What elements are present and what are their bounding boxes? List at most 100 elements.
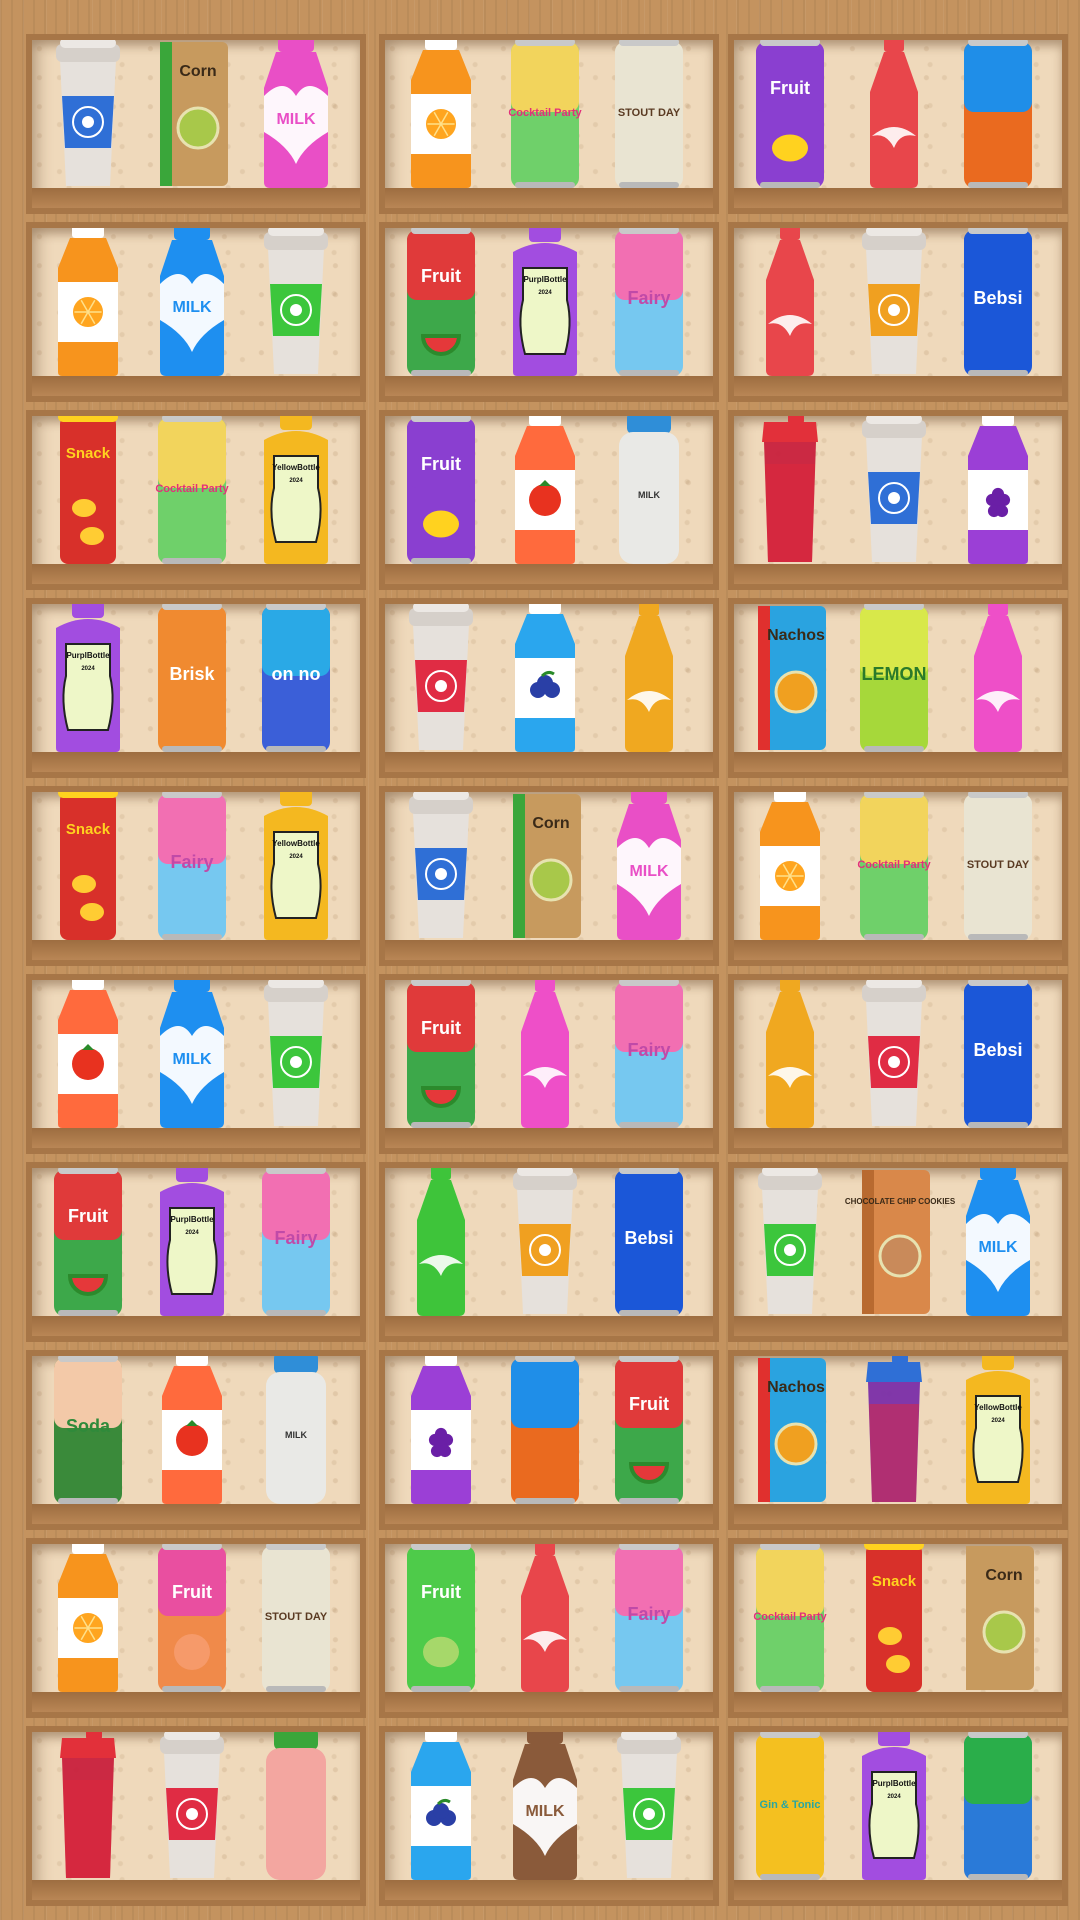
product-bag[interactable]: Corn — [150, 40, 234, 188]
product-can[interactable]: STOUT DAY — [956, 792, 1040, 940]
product-can[interactable]: Bebsi — [956, 228, 1040, 376]
product-can[interactable]: Fairy — [607, 980, 691, 1128]
product-can[interactable]: Fruit — [399, 228, 483, 376]
product-can[interactable]: Fruit — [748, 40, 832, 188]
product-juice[interactable] — [399, 1356, 483, 1504]
product-cup[interactable] — [852, 416, 936, 564]
product-milk[interactable]: MILK — [150, 228, 234, 376]
product-can[interactable]: Cocktail Party — [150, 416, 234, 564]
shelf-ledge — [32, 752, 360, 772]
product-soda[interactable] — [607, 604, 691, 752]
product-can[interactable]: Soda — [46, 1356, 130, 1504]
product-can[interactable]: Cocktail Party — [852, 792, 936, 940]
product-can[interactable]: Fairy — [254, 1168, 338, 1316]
juice-icon — [58, 1544, 118, 1692]
product-cup[interactable] — [254, 228, 338, 376]
product-can[interactable]: Cocktail Party — [503, 40, 587, 188]
product-flask[interactable]: YellowBottle 2024 — [254, 416, 338, 564]
product-tube[interactable]: Snack — [852, 1544, 936, 1692]
product-soda[interactable] — [503, 1544, 587, 1692]
product-milk[interactable]: MILK — [503, 1732, 587, 1880]
product-juice[interactable] — [46, 228, 130, 376]
product-tube[interactable]: Snack — [46, 792, 130, 940]
product-can[interactable]: Fruit — [607, 1356, 691, 1504]
product-can[interactable]: Fairy — [607, 1544, 691, 1692]
product-jar[interactable]: MILK — [607, 416, 691, 564]
product-milk[interactable]: MILK — [607, 792, 691, 940]
product-bag[interactable]: Nachos — [748, 604, 832, 752]
product-milk[interactable]: MILK — [254, 40, 338, 188]
product-cup[interactable] — [503, 1168, 587, 1316]
product-can[interactable]: LEMON — [852, 604, 936, 752]
product-milk[interactable]: MILK — [956, 1168, 1040, 1316]
product-can[interactable]: Fruit — [150, 1544, 234, 1692]
product-cup[interactable] — [46, 40, 130, 188]
shaker-icon — [60, 1732, 116, 1878]
product-can[interactable]: Fruit — [399, 416, 483, 564]
product-flask[interactable]: PurplBottle 2024 — [503, 228, 587, 376]
product-juice[interactable] — [46, 980, 130, 1128]
juice-icon — [515, 604, 575, 752]
product-soda[interactable] — [956, 604, 1040, 752]
product-shaker[interactable] — [748, 416, 832, 564]
product-can[interactable]: Fruit — [399, 980, 483, 1128]
product-cup[interactable] — [150, 1732, 234, 1880]
product-juice[interactable] — [956, 416, 1040, 564]
product-can[interactable] — [956, 1732, 1040, 1880]
product-can[interactable]: Fairy — [150, 792, 234, 940]
product-cup[interactable] — [399, 604, 483, 752]
product-flask[interactable]: PurplBottle 2024 — [852, 1732, 936, 1880]
product-soda[interactable] — [503, 980, 587, 1128]
product-soda[interactable] — [748, 980, 832, 1128]
product-juice[interactable] — [748, 792, 832, 940]
product-soda[interactable] — [399, 1168, 483, 1316]
product-can[interactable]: on no — [254, 604, 338, 752]
product-can[interactable] — [503, 1356, 587, 1504]
product-jar[interactable] — [254, 1732, 338, 1880]
product-juice[interactable] — [399, 1732, 483, 1880]
product-flask[interactable]: PurplBottle 2024 — [150, 1168, 234, 1316]
product-juice[interactable] — [399, 40, 483, 188]
product-flask[interactable]: YellowBottle 2024 — [956, 1356, 1040, 1504]
product-bag[interactable]: Nachos — [748, 1356, 832, 1504]
product-can[interactable]: Brisk — [150, 604, 234, 752]
product-can[interactable]: Fairy — [607, 228, 691, 376]
product-milk[interactable]: MILK — [150, 980, 234, 1128]
shelf-cell: Fruit Fairy — [379, 974, 719, 1154]
product-label: Fruit — [421, 1582, 461, 1602]
product-juice[interactable] — [150, 1356, 234, 1504]
shelf-cell: PurplBottle 2024 Brisk on no — [26, 598, 366, 778]
product-cup[interactable] — [852, 980, 936, 1128]
can-icon: Fruit — [407, 416, 475, 564]
product-bag[interactable]: CHOCOLATE CHIP COOKIES — [845, 1168, 956, 1316]
product-cup[interactable] — [607, 1732, 691, 1880]
product-can[interactable]: Fruit — [46, 1168, 130, 1316]
product-can[interactable]: Bebsi — [956, 980, 1040, 1128]
product-bag[interactable]: Corn — [956, 1544, 1040, 1692]
product-juice[interactable] — [503, 416, 587, 564]
product-label: Brisk — [169, 664, 215, 684]
product-tube[interactable]: Snack — [46, 416, 130, 564]
product-cup[interactable] — [852, 228, 936, 376]
product-flask[interactable]: YellowBottle 2024 — [254, 792, 338, 940]
product-can[interactable]: Fruit — [399, 1544, 483, 1692]
product-bag[interactable]: Corn — [503, 792, 587, 940]
product-can[interactable]: Cocktail Party — [748, 1544, 832, 1692]
product-shaker[interactable] — [46, 1732, 130, 1880]
product-juice[interactable] — [46, 1544, 130, 1692]
product-can[interactable]: STOUT DAY — [607, 40, 691, 188]
product-soda[interactable] — [852, 40, 936, 188]
product-can[interactable]: Bebsi — [607, 1168, 691, 1316]
product-juice[interactable] — [503, 604, 587, 752]
product-shaker[interactable] — [852, 1356, 936, 1504]
juice-icon — [760, 792, 820, 940]
product-can[interactable]: STOUT DAY — [254, 1544, 338, 1692]
product-jar[interactable]: MILK — [254, 1356, 338, 1504]
product-cup[interactable] — [254, 980, 338, 1128]
product-can[interactable]: Gin & Tonic — [748, 1732, 832, 1880]
product-flask[interactable]: PurplBottle 2024 — [46, 604, 130, 752]
product-can[interactable] — [956, 40, 1040, 188]
product-soda[interactable] — [748, 228, 832, 376]
product-cup[interactable] — [748, 1168, 832, 1316]
product-cup[interactable] — [399, 792, 483, 940]
